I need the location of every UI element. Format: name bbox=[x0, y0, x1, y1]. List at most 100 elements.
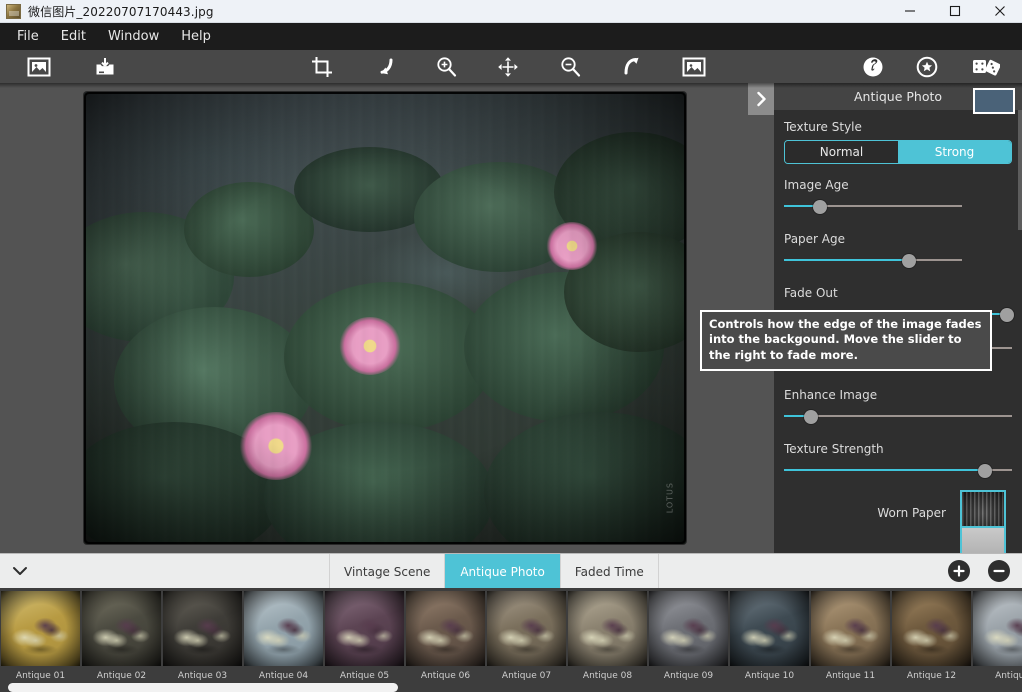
preset-thumbnail[interactable]: Antique 10 bbox=[729, 588, 810, 692]
tab-bar-actions bbox=[948, 560, 1022, 582]
pan-move-icon[interactable] bbox=[487, 50, 529, 83]
image-age-slider-knob[interactable] bbox=[812, 200, 827, 214]
enhance-image-label: Enhance Image bbox=[784, 388, 878, 402]
paper-age-slider-knob[interactable] bbox=[901, 254, 916, 268]
close-icon[interactable] bbox=[977, 0, 1022, 23]
texture-style-label: Texture Style bbox=[784, 120, 862, 134]
texture-style-option-normal[interactable]: Normal bbox=[785, 141, 898, 163]
preset-thumbnail-image bbox=[163, 591, 242, 666]
fade-out-slider-knob[interactable] bbox=[1000, 308, 1014, 322]
effects-dice-icon[interactable] bbox=[963, 50, 1009, 83]
texture-strength-label: Texture Strength bbox=[784, 442, 884, 456]
preset-thumbnail-label: Antique 06 bbox=[420, 671, 471, 681]
collapse-strip-button[interactable] bbox=[0, 554, 40, 589]
worn-paper-label: Worn Paper bbox=[877, 506, 946, 520]
preset-thumbnail-image bbox=[1, 591, 80, 666]
title-bar: 微信图片_20220707170443.jpg bbox=[0, 0, 1022, 23]
minus-icon bbox=[993, 569, 1005, 573]
toolbar bbox=[0, 50, 1022, 83]
preset-thumbnail[interactable]: Antique 07 bbox=[486, 588, 567, 692]
edited-photo[interactable]: LOTUS bbox=[84, 92, 686, 544]
preset-thumbnail-label: Antique 02 bbox=[96, 671, 147, 681]
menu-item-window[interactable]: Window bbox=[97, 23, 170, 50]
preset-thumbnail-image bbox=[730, 591, 809, 666]
lotus-blossom bbox=[239, 412, 313, 480]
tab-faded-time[interactable]: Faded Time bbox=[559, 554, 659, 589]
slider-tooltip: Controls how the edge of the image fades… bbox=[700, 310, 992, 371]
preset-thumbnail-label: Antique 01 bbox=[15, 671, 66, 681]
undo-icon[interactable] bbox=[363, 50, 405, 83]
worn-paper-swatch-next[interactable] bbox=[960, 526, 1006, 553]
preset-thumbnail[interactable]: Antique 05 bbox=[324, 588, 405, 692]
preset-thumbnail-label: Antique bbox=[995, 671, 1022, 681]
preset-thumbnail-image bbox=[325, 591, 404, 666]
enhance-image-slider-knob[interactable] bbox=[804, 410, 819, 424]
slider-group-enhance-image: Enhance Image bbox=[784, 388, 1012, 424]
texture-strength-slider-knob[interactable] bbox=[977, 464, 992, 478]
save-image-icon[interactable] bbox=[84, 50, 126, 83]
window-title: 微信图片_20220707170443.jpg bbox=[28, 4, 214, 19]
preset-thumbnail-strip[interactable]: Antique 01 Antique 02 Antique 03 Antique 04… bbox=[0, 588, 1022, 692]
slider-group-image-age: Image Age bbox=[784, 88, 1015, 214]
preset-thumbnail-image bbox=[406, 591, 485, 666]
panel-collapse-handle[interactable] bbox=[748, 83, 774, 115]
image-canvas[interactable]: LOTUS bbox=[0, 83, 774, 553]
redo-icon[interactable] bbox=[611, 50, 653, 83]
menu-item-edit[interactable]: Edit bbox=[50, 23, 97, 50]
paper-age-slider[interactable] bbox=[784, 252, 962, 268]
lotus-blossom bbox=[339, 317, 401, 375]
preset-thumbnail[interactable]: Antique 02 bbox=[81, 588, 162, 692]
preset-thumbnail[interactable]: Antique 01 bbox=[0, 588, 81, 692]
info-icon[interactable] bbox=[852, 50, 894, 83]
preset-thumbnail[interactable]: Antique 12 bbox=[891, 588, 972, 692]
preset-thumbnail-image bbox=[649, 591, 728, 666]
open-image-icon[interactable] bbox=[18, 50, 60, 83]
zoom-out-icon[interactable] bbox=[549, 50, 591, 83]
preset-thumbnail[interactable]: Antique 11 bbox=[810, 588, 891, 692]
settings-icon[interactable] bbox=[906, 50, 948, 83]
preset-thumbnail-image bbox=[892, 591, 971, 666]
menu-item-help[interactable]: Help bbox=[170, 23, 222, 50]
preset-thumbnail[interactable]: Antique 09 bbox=[648, 588, 729, 692]
image-age-label: Image Age bbox=[784, 178, 849, 192]
texture-style-option-strong[interactable]: Strong bbox=[898, 141, 1011, 163]
preset-thumbnail-label: Antique 05 bbox=[339, 671, 390, 681]
preset-thumbnail[interactable]: Antique bbox=[972, 588, 1022, 692]
preset-thumbnail[interactable]: Antique 06 bbox=[405, 588, 486, 692]
tab-vintage-scene[interactable]: Vintage Scene bbox=[329, 554, 446, 589]
fit-image-icon[interactable] bbox=[673, 50, 715, 83]
texture-style-toggle[interactable]: Normal Strong bbox=[784, 140, 1012, 164]
remove-preset-button[interactable] bbox=[988, 560, 1010, 582]
preset-thumbnail-image bbox=[82, 591, 161, 666]
preset-thumbnail-image bbox=[487, 591, 566, 666]
maximize-icon[interactable] bbox=[932, 0, 977, 23]
enhance-image-slider[interactable] bbox=[784, 408, 1012, 424]
preset-thumbnail-label: Antique 08 bbox=[582, 671, 633, 681]
texture-strength-slider[interactable] bbox=[784, 462, 1012, 478]
preset-thumbnail-label: Antique 07 bbox=[501, 671, 552, 681]
zoom-in-icon[interactable] bbox=[425, 50, 467, 83]
preset-thumbnail[interactable]: Antique 08 bbox=[567, 588, 648, 692]
preset-thumbnail-image bbox=[811, 591, 890, 666]
strip-scrollbar[interactable] bbox=[8, 683, 398, 692]
crop-icon[interactable] bbox=[301, 50, 343, 83]
preset-thumbnail-label: Antique 09 bbox=[663, 671, 714, 681]
menu-item-file[interactable]: File bbox=[6, 23, 50, 50]
minimize-icon[interactable] bbox=[887, 0, 932, 23]
add-preset-button[interactable] bbox=[948, 560, 970, 582]
photo-app-icon bbox=[6, 3, 21, 19]
image-age-slider[interactable] bbox=[784, 198, 962, 214]
preset-thumbnail[interactable]: Antique 03 bbox=[162, 588, 243, 692]
preset-thumbnail-label: Antique 10 bbox=[744, 671, 795, 681]
slider-group-texture-strength: Texture Strength bbox=[784, 442, 1012, 478]
window-controls bbox=[887, 0, 1022, 23]
app-window: 微信图片_20220707170443.jpg File Edit Window… bbox=[0, 0, 1022, 692]
plus-icon bbox=[953, 565, 965, 577]
preset-thumbnail-label: Antique 11 bbox=[825, 671, 876, 681]
preset-thumbnail[interactable]: Antique 04 bbox=[243, 588, 324, 692]
paper-age-color-swatch[interactable] bbox=[973, 88, 1015, 114]
bottom-tab-bar: Vintage Scene Antique Photo Faded Time bbox=[0, 553, 1022, 589]
slider-group-paper-age: Paper Age bbox=[784, 88, 1015, 268]
preset-thumbnail-image bbox=[568, 591, 647, 666]
tab-antique-photo[interactable]: Antique Photo bbox=[445, 554, 560, 589]
